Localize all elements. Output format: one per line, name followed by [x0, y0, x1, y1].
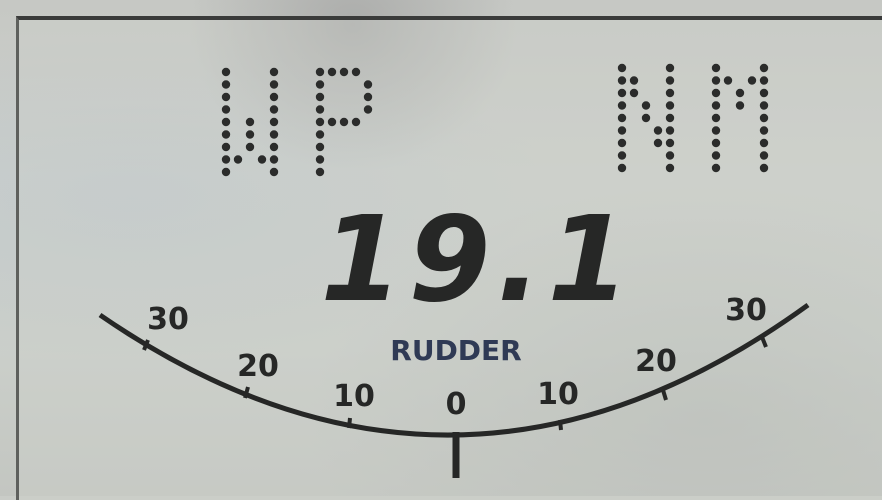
tick-mark [760, 336, 768, 348]
scale-label-port-30: 30 [147, 302, 189, 337]
scale-label-center-0: 0 [446, 387, 467, 422]
scale-label-starboard-20: 20 [635, 344, 677, 379]
tick-mark [347, 417, 352, 429]
scale-label-starboard-30: 30 [725, 293, 767, 328]
distance-value: 19.1 [320, 190, 635, 328]
scale-label-port-10: 10 [333, 379, 375, 414]
tick-mark [558, 419, 563, 431]
tick-mark [661, 389, 668, 401]
scale-label-starboard-10: 10 [537, 377, 579, 412]
nautical-miles-label [617, 63, 769, 173]
rudder-title: RUDDER [390, 334, 521, 367]
waypoint-label [221, 67, 373, 177]
instrument-display: 19.1 30 20 10 0 10 20 30 RUDDER [98, 63, 810, 478]
scale-label-port-20: 20 [237, 349, 279, 384]
